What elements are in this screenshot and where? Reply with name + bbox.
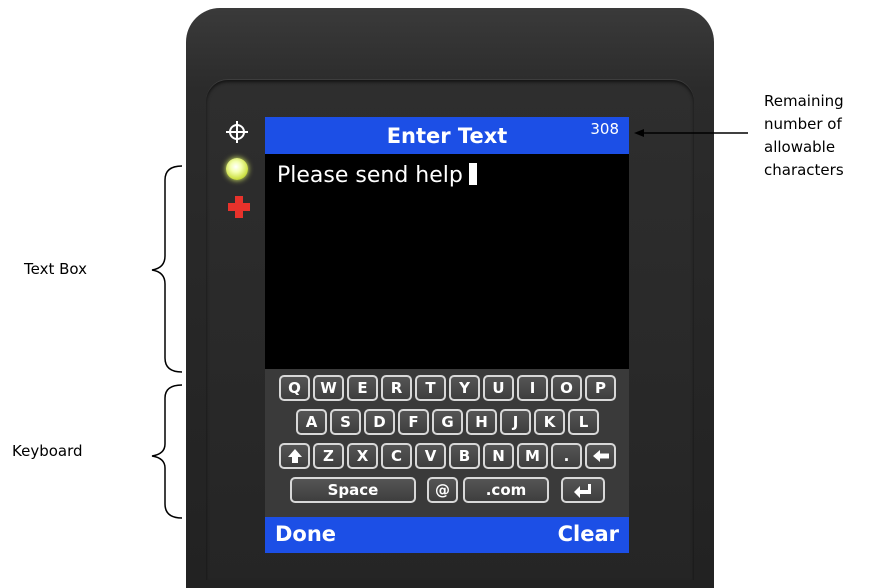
remaining-arrow-head (634, 129, 644, 137)
annotation-lines (151, 129, 748, 519)
text-box-annotation: Text Box (24, 260, 87, 278)
keyboard-brace (151, 384, 183, 519)
remaining-characters-annotation: Remaining number of allowable characters (764, 90, 874, 182)
text-box-brace (151, 165, 183, 373)
keyboard-annotation: Keyboard (12, 442, 83, 460)
annotation-line-3: allowable (764, 138, 836, 156)
annotation-line-1: Remaining (764, 92, 844, 110)
annotation-line-4: characters (764, 161, 844, 179)
annotation-line-2: number of (764, 115, 842, 133)
